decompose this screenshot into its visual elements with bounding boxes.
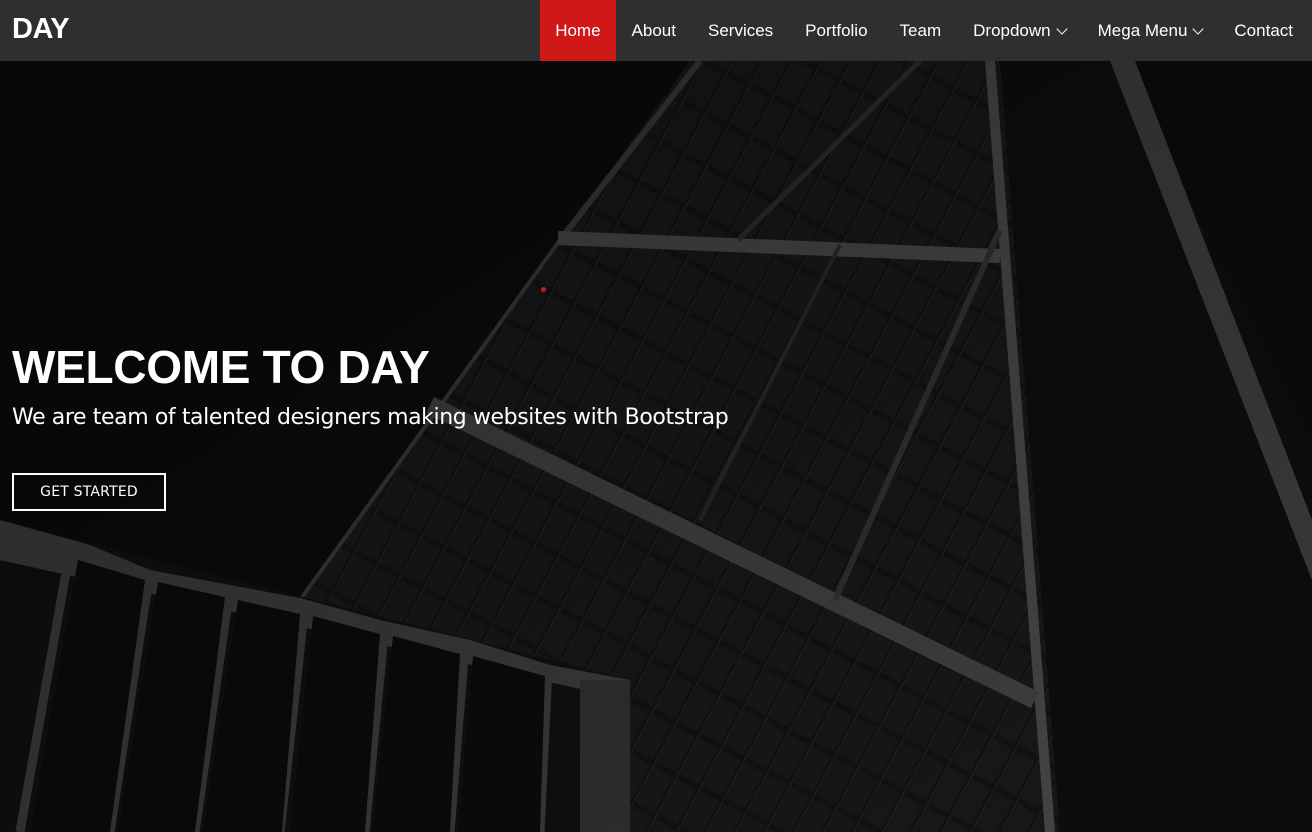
nav-item-dropdown[interactable]: Dropdown bbox=[957, 0, 1082, 61]
nav-item-label: Contact bbox=[1234, 20, 1293, 40]
nav-item-contact[interactable]: Contact bbox=[1218, 0, 1312, 61]
hero-section: WELCOME TO DAY We are team of talented d… bbox=[12, 338, 729, 511]
get-started-button[interactable]: GET STARTED bbox=[12, 473, 166, 511]
chevron-down-icon bbox=[1055, 22, 1068, 35]
page: DAY Home About Services Portfolio Team D… bbox=[0, 0, 1312, 832]
hero-subtitle: We are team of talented designers making… bbox=[12, 405, 729, 430]
nav-item-mega-menu[interactable]: Mega Menu bbox=[1082, 0, 1219, 61]
hero-title: WELCOME TO DAY bbox=[12, 341, 430, 393]
nav-item-label: Home bbox=[555, 20, 601, 40]
nav-item-label: Team bbox=[899, 20, 942, 40]
nav-item-label: Services bbox=[707, 20, 774, 40]
main-nav: Home About Services Portfolio Team Dropd… bbox=[540, 0, 1312, 61]
nav-item-portfolio[interactable]: Portfolio bbox=[789, 0, 883, 61]
chevron-down-icon bbox=[1192, 22, 1205, 35]
nav-item-label: Dropdown bbox=[973, 20, 1051, 40]
nav-item-label: Mega Menu bbox=[1097, 20, 1188, 40]
decorative-red-dot bbox=[541, 287, 546, 292]
nav-item-team[interactable]: Team bbox=[884, 0, 958, 61]
nav-item-label: Portfolio bbox=[805, 20, 868, 40]
nav-item-about[interactable]: About bbox=[616, 0, 692, 61]
nav-item-label: About bbox=[631, 20, 676, 40]
nav-item-services[interactable]: Services bbox=[692, 0, 789, 61]
site-logo[interactable]: DAY bbox=[12, 12, 70, 46]
site-header: DAY Home About Services Portfolio Team D… bbox=[0, 0, 1312, 61]
nav-item-home[interactable]: Home bbox=[540, 0, 616, 61]
